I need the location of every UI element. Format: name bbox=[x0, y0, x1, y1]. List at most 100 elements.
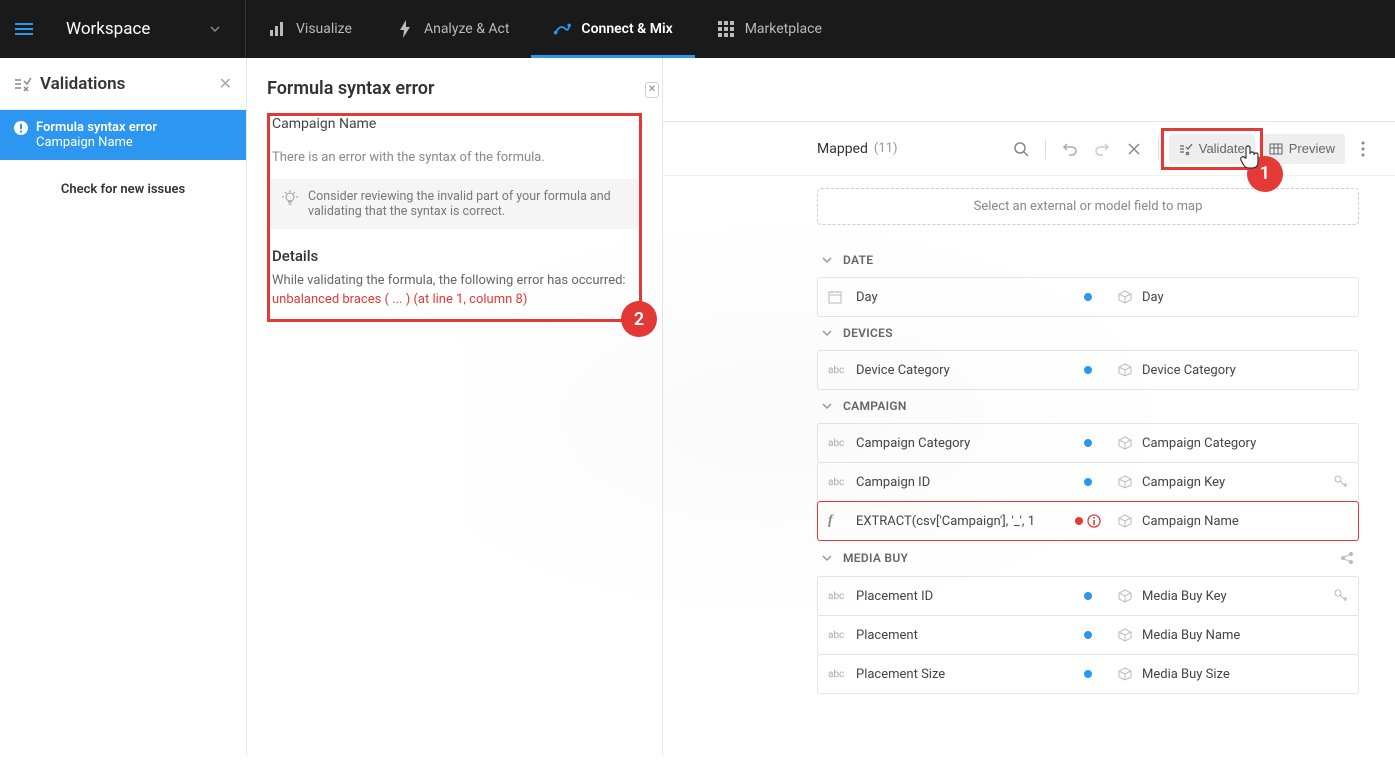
top-header: Workspace Visualize Analyze & Act Connec… bbox=[0, 0, 1395, 58]
mapping-row[interactable]: fEXTRACT(csv['Campaign'], '_', 1Campaign… bbox=[817, 501, 1359, 541]
validations-header: Validations ✕ bbox=[0, 58, 246, 110]
source-field: Campaign ID bbox=[856, 475, 930, 490]
text-type-icon: abc bbox=[828, 477, 846, 488]
details-subheading: Details bbox=[270, 247, 639, 265]
tab-label: Marketplace bbox=[745, 21, 822, 37]
validate-label: Validate bbox=[1199, 141, 1245, 156]
mapping-dot-icon bbox=[1075, 517, 1083, 525]
formula-icon: f bbox=[828, 513, 846, 529]
target-field: Device Category bbox=[1142, 363, 1236, 378]
chevron-down-icon bbox=[821, 400, 833, 412]
target-field: Campaign Name bbox=[1142, 514, 1239, 529]
close-icon[interactable] bbox=[1120, 135, 1148, 163]
source-field: Placement Size bbox=[856, 667, 945, 682]
alert-icon bbox=[14, 121, 28, 135]
nav-tabs: Visualize Analyze & Act Connect & Mix Ma… bbox=[246, 0, 844, 58]
group-name: MEDIA BUY bbox=[843, 551, 908, 565]
mapping-row[interactable]: abc Placement Media Buy Name bbox=[817, 615, 1359, 655]
undo-icon[interactable] bbox=[1056, 135, 1084, 163]
group-header[interactable]: DATE bbox=[817, 243, 1359, 277]
group-name: DATE bbox=[843, 253, 873, 267]
validate-button-wrapper: Validate 1 bbox=[1169, 134, 1255, 164]
separator bbox=[1045, 139, 1046, 159]
tab-label: Analyze & Act bbox=[424, 21, 509, 37]
preview-label: Preview bbox=[1289, 141, 1335, 156]
mapping-row[interactable]: DayDay bbox=[817, 277, 1359, 317]
tip-text: Consider reviewing the invalid part of y… bbox=[308, 189, 627, 219]
mapping-dot-icon bbox=[1084, 592, 1092, 600]
callout-badge-1: 1 bbox=[1247, 156, 1283, 192]
bar-chart-icon bbox=[268, 20, 286, 38]
search-icon[interactable] bbox=[1007, 135, 1035, 163]
drop-hint[interactable]: Select an external or model field to map bbox=[817, 188, 1359, 225]
mapped-label: Mapped bbox=[817, 141, 868, 157]
text-type-icon: abc bbox=[828, 630, 846, 641]
group-header[interactable]: DEVICES bbox=[817, 316, 1359, 350]
chevron-down-icon bbox=[821, 327, 833, 339]
tab-analyze[interactable]: Analyze & Act bbox=[374, 0, 531, 58]
key-icon bbox=[1334, 475, 1348, 489]
chevron-down-icon bbox=[821, 254, 833, 266]
validate-icon bbox=[1179, 142, 1193, 156]
text-type-icon: abc bbox=[828, 669, 846, 680]
hamburger-icon bbox=[15, 23, 33, 35]
cube-icon bbox=[1118, 475, 1132, 489]
mapping-dot-icon bbox=[1084, 670, 1092, 678]
workspace-label: Workspace bbox=[66, 19, 150, 39]
mapping-body: Select an external or model field to map… bbox=[663, 176, 1395, 755]
tab-label: Visualize bbox=[296, 21, 352, 37]
cube-icon bbox=[1118, 290, 1132, 304]
validations-icon bbox=[14, 75, 32, 93]
chip-row: ✕ bbox=[663, 58, 1395, 122]
chip-close-icon[interactable]: ✕ bbox=[645, 82, 659, 98]
target-field: Media Buy Name bbox=[1142, 628, 1240, 643]
tip-box: Consider reviewing the invalid part of y… bbox=[270, 179, 639, 229]
mapped-count: (11) bbox=[874, 141, 898, 156]
group-name: DEVICES bbox=[843, 326, 893, 340]
cube-icon bbox=[1118, 436, 1132, 450]
validation-item-subtitle: Campaign Name bbox=[36, 135, 232, 150]
tab-visualize[interactable]: Visualize bbox=[246, 0, 374, 58]
mapping-dot-icon bbox=[1084, 293, 1092, 301]
error-info-icon[interactable] bbox=[1087, 514, 1101, 528]
redo-icon[interactable] bbox=[1088, 135, 1116, 163]
mapping-row[interactable]: abcPlacement SizeMedia Buy Size bbox=[817, 654, 1359, 694]
table-icon bbox=[1269, 142, 1283, 156]
source-field: Placement bbox=[856, 628, 918, 643]
mapping-row[interactable]: abcDevice CategoryDevice Category bbox=[817, 350, 1359, 390]
mapped-toolbar: Mapped (11) Validate 1 bbox=[663, 122, 1395, 176]
error-field-name: Campaign Name bbox=[270, 116, 639, 132]
callout-badge-2: 2 bbox=[621, 301, 657, 337]
source-field: Placement ID bbox=[856, 589, 933, 604]
error-description: There is an error with the syntax of the… bbox=[270, 150, 639, 165]
validations-panel: Validations ✕ Formula syntax error Campa… bbox=[0, 58, 247, 755]
bolt-icon bbox=[396, 20, 414, 38]
source-field: Campaign Category bbox=[856, 436, 970, 451]
tab-marketplace[interactable]: Marketplace bbox=[695, 0, 844, 58]
check-new-issues-button[interactable]: Check for new issues bbox=[0, 160, 246, 219]
mapping-row[interactable]: abcCampaign CategoryCampaign Category bbox=[817, 423, 1359, 463]
chevron-down-icon bbox=[209, 23, 221, 35]
close-icon[interactable]: ✕ bbox=[219, 74, 232, 93]
more-icon[interactable] bbox=[1349, 135, 1377, 163]
text-type-icon: abc bbox=[828, 591, 846, 602]
mapping-row[interactable]: abc Campaign ID Campaign Key bbox=[817, 462, 1359, 502]
group-header[interactable]: MEDIA BUY bbox=[817, 540, 1359, 576]
tab-connect[interactable]: Connect & Mix bbox=[531, 0, 694, 58]
validation-item[interactable]: Formula syntax error Campaign Name bbox=[0, 110, 246, 160]
cube-icon bbox=[1118, 667, 1132, 681]
workspace-dropdown[interactable]: Workspace bbox=[48, 0, 246, 58]
target-field: Media Buy Key bbox=[1142, 589, 1227, 604]
target-field: Campaign Key bbox=[1142, 475, 1225, 490]
cube-icon bbox=[1118, 514, 1132, 528]
validate-button[interactable]: Validate bbox=[1169, 134, 1255, 164]
calendar-icon bbox=[828, 290, 846, 304]
cube-icon bbox=[1118, 363, 1132, 377]
share-icon[interactable] bbox=[1339, 550, 1355, 566]
mapping-row[interactable]: abc Placement ID Media Buy Key bbox=[817, 576, 1359, 616]
group-header[interactable]: CAMPAIGN bbox=[817, 389, 1359, 423]
lightbulb-icon bbox=[282, 190, 298, 219]
hamburger-button[interactable] bbox=[0, 0, 48, 58]
mapping-dot-icon bbox=[1084, 631, 1092, 639]
cube-icon bbox=[1118, 589, 1132, 603]
